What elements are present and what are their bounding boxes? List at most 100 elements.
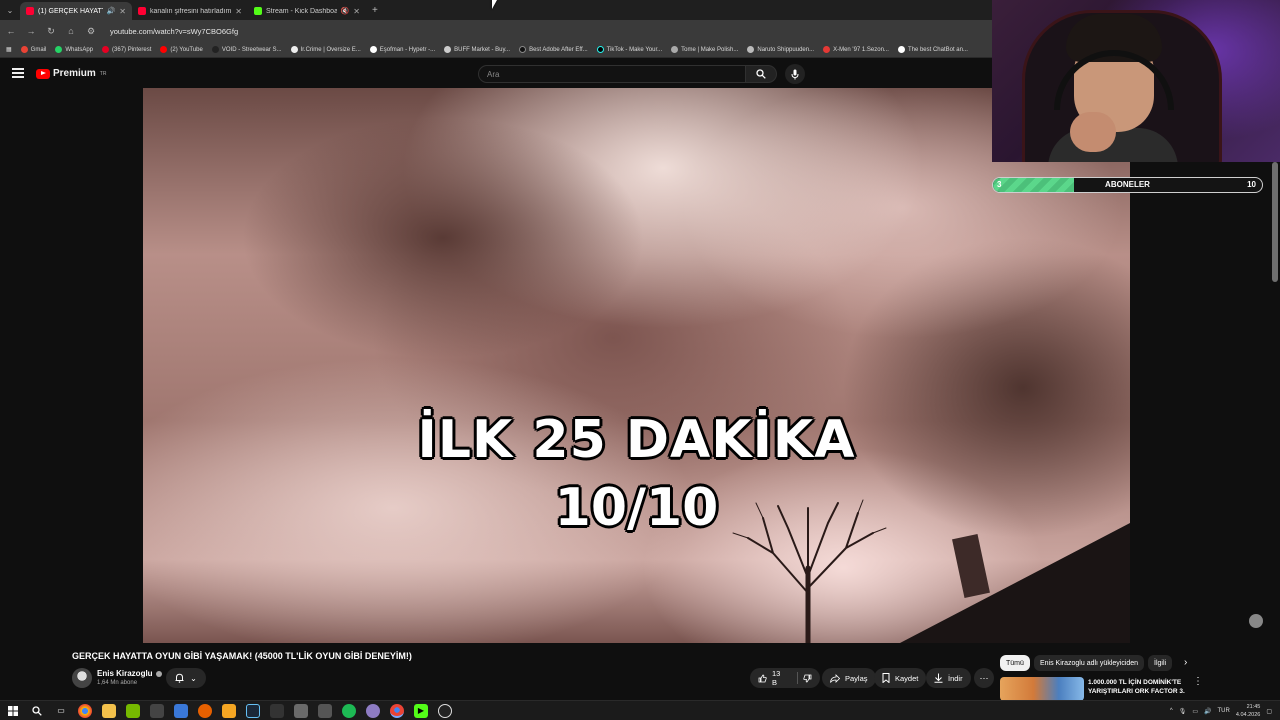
youtube-favicon-icon bbox=[138, 7, 146, 15]
menu-icon[interactable] bbox=[12, 68, 24, 78]
bookmark-item[interactable]: Eşofman - Hypetr -... bbox=[369, 46, 435, 53]
close-tab-icon[interactable]: ✕ bbox=[353, 7, 360, 16]
file-explorer-icon[interactable] bbox=[102, 703, 116, 718]
bookmark-item[interactable]: Best Adobe After Eff... bbox=[519, 46, 588, 53]
clock-time: 21:45 bbox=[1246, 704, 1261, 710]
reload-icon[interactable]: ↻ bbox=[46, 26, 56, 37]
tab-youtube-video[interactable]: (1) GERÇEK HAYATTA OYUN 🔊 ✕ bbox=[20, 2, 132, 20]
search-button[interactable] bbox=[745, 65, 777, 83]
bookmark-item[interactable]: Naruto Shippuuden... bbox=[747, 46, 814, 53]
home-icon[interactable]: ⌂ bbox=[66, 26, 76, 36]
related-video-thumbnail[interactable] bbox=[1000, 677, 1084, 701]
clock-date: 4.04.2026 bbox=[1235, 712, 1261, 718]
voice-search-button[interactable] bbox=[785, 64, 805, 84]
youtube-favicon-icon bbox=[26, 7, 34, 15]
bookmark-item[interactable]: Gmail bbox=[20, 46, 46, 53]
search-input[interactable]: Ara bbox=[478, 65, 746, 83]
bookmark-label: TikTok - Make Your... bbox=[606, 46, 663, 53]
app-icon[interactable] bbox=[222, 703, 236, 718]
bookmark-item[interactable]: WhatsApp bbox=[55, 46, 93, 53]
language-indicator[interactable]: TUR bbox=[1218, 708, 1230, 714]
calculator-icon[interactable] bbox=[150, 703, 164, 718]
chevron-right-icon[interactable]: › bbox=[1184, 657, 1187, 668]
firefox-icon[interactable] bbox=[198, 703, 212, 718]
tab-kick-dashboard[interactable]: Stream - Kick Dashboard 🔇 ✕ bbox=[248, 2, 366, 20]
nvidia-icon[interactable] bbox=[126, 703, 140, 718]
new-tab-plus-icon[interactable]: + bbox=[372, 5, 378, 16]
search-icon[interactable] bbox=[30, 704, 44, 718]
mini-avatar-icon[interactable] bbox=[1249, 614, 1263, 628]
channel-avatar[interactable] bbox=[72, 668, 92, 688]
bookmark-item[interactable]: (2) YouTube bbox=[160, 46, 203, 53]
chip-related[interactable]: İlgili bbox=[1148, 655, 1173, 671]
page-scrollbar[interactable] bbox=[1272, 162, 1278, 282]
like-count[interactable]: 13 B bbox=[772, 669, 786, 687]
more-actions-button[interactable]: ⋯ bbox=[974, 668, 994, 688]
spotify-icon[interactable] bbox=[342, 703, 356, 718]
notes-icon[interactable] bbox=[294, 703, 308, 718]
pinterest-icon bbox=[102, 46, 110, 53]
channel-name: Enis Kirazoglu bbox=[97, 669, 153, 678]
bookmark-item[interactable]: (367) Pinterest bbox=[102, 46, 151, 53]
speaker-icon[interactable]: 🔊 bbox=[107, 7, 116, 15]
task-view-icon[interactable]: ▭ bbox=[54, 704, 68, 718]
tab-title: (1) GERÇEK HAYATTA OYUN bbox=[38, 7, 103, 15]
app-icon[interactable] bbox=[366, 703, 380, 718]
more-vertical-icon[interactable]: ⋮ bbox=[1193, 676, 1203, 687]
notification-icon[interactable]: ▢ bbox=[1266, 708, 1272, 715]
bookmark-item[interactable]: The best ChatBot an... bbox=[897, 46, 968, 53]
bookmark-item[interactable]: X-Men '97 1.Sezon... bbox=[823, 46, 889, 53]
muted-icon[interactable]: 🔇 bbox=[341, 7, 350, 15]
epic-games-icon[interactable] bbox=[270, 703, 284, 718]
back-arrow-icon[interactable]: ← bbox=[6, 26, 16, 36]
site-info-icon[interactable]: ⚙ bbox=[86, 26, 96, 37]
tab-title: kanalın şifresini hatırladım - Yo bbox=[150, 7, 232, 15]
save-button[interactable]: Kaydet bbox=[874, 668, 927, 688]
share-arrow-icon bbox=[830, 673, 840, 683]
verified-check-icon bbox=[155, 670, 162, 677]
bookmark-label: VOID - Streetwear S... bbox=[221, 46, 282, 53]
download-button[interactable]: İndir bbox=[926, 668, 971, 688]
youtube-premium-logo[interactable]: Premium TR bbox=[36, 68, 106, 79]
channel-name-row[interactable]: Enis Kirazoglu bbox=[97, 669, 162, 678]
windows-taskbar: ▭ ▶ ^ 🎙 ▭ 🔊 TUR 21:45 4.04.2026 ▢ bbox=[0, 700, 1280, 720]
bookmark-item[interactable]: TikTok - Make Your... bbox=[596, 46, 663, 53]
clock[interactable]: 21:45 4.04.2026 bbox=[1236, 703, 1260, 719]
chip-all[interactable]: Tümü bbox=[1000, 655, 1030, 671]
chevron-up-icon[interactable]: ^ bbox=[1170, 708, 1173, 714]
tab-youtube-channel[interactable]: kanalın şifresini hatırladım - Yo ✕ bbox=[132, 2, 248, 20]
apps-grid-icon[interactable]: ▦ bbox=[6, 46, 12, 53]
bookmark-label: Best Adobe After Eff... bbox=[529, 46, 588, 53]
thumbs-down-icon[interactable] bbox=[803, 674, 812, 683]
share-button[interactable]: Paylaş bbox=[822, 668, 876, 688]
obs-icon[interactable] bbox=[438, 703, 452, 718]
thumbs-up-icon[interactable] bbox=[758, 674, 767, 683]
close-tab-icon[interactable]: ✕ bbox=[235, 7, 242, 16]
video-player[interactable]: İLK 25 DAKİKA 10/10 bbox=[143, 88, 1130, 643]
chimney-shape bbox=[952, 533, 990, 599]
bookmark-item[interactable]: BUFF Market - Buy... bbox=[444, 46, 510, 53]
video-overlay-line1: İLK 25 DAKİKA bbox=[417, 410, 856, 470]
notification-bell-button[interactable]: ⌄ bbox=[166, 668, 206, 688]
chip-from-uploader[interactable]: Enis Kirazoglu adlı yükleyiciden bbox=[1034, 655, 1145, 671]
bookmark-item[interactable]: VOID - Streetwear S... bbox=[211, 46, 282, 53]
microphone-icon[interactable]: 🎙 bbox=[1179, 708, 1187, 715]
chatbot-icon bbox=[897, 46, 905, 53]
bookmark-item[interactable]: Tome | Make Polish... bbox=[671, 46, 738, 53]
forward-arrow-icon[interactable]: → bbox=[26, 26, 36, 36]
app-icon[interactable] bbox=[318, 703, 332, 718]
tab-list-chevron-icon[interactable]: ⌄ bbox=[0, 0, 20, 20]
chrome-icon[interactable] bbox=[78, 703, 92, 718]
speaker-icon[interactable]: 🔊 bbox=[1204, 708, 1211, 715]
steam-icon[interactable] bbox=[246, 703, 260, 718]
address-bar-row: ← → ↻ ⌂ ⚙ youtube.com/watch?v=sWy7CBO6Gf… bbox=[0, 20, 992, 42]
kick-icon[interactable]: ▶ bbox=[414, 703, 428, 718]
store-icon[interactable] bbox=[174, 703, 188, 718]
close-tab-icon[interactable]: ✕ bbox=[119, 7, 126, 16]
bookmark-item[interactable]: Ir.Crime | Oversize E... bbox=[290, 46, 361, 53]
roof-shape bbox=[900, 523, 1130, 643]
chrome-active-icon[interactable] bbox=[390, 703, 404, 718]
url-field[interactable]: youtube.com/watch?v=sWy7CBO6Gfg bbox=[110, 27, 238, 36]
network-icon[interactable]: ▭ bbox=[1192, 708, 1198, 715]
windows-start-icon[interactable] bbox=[6, 704, 20, 718]
